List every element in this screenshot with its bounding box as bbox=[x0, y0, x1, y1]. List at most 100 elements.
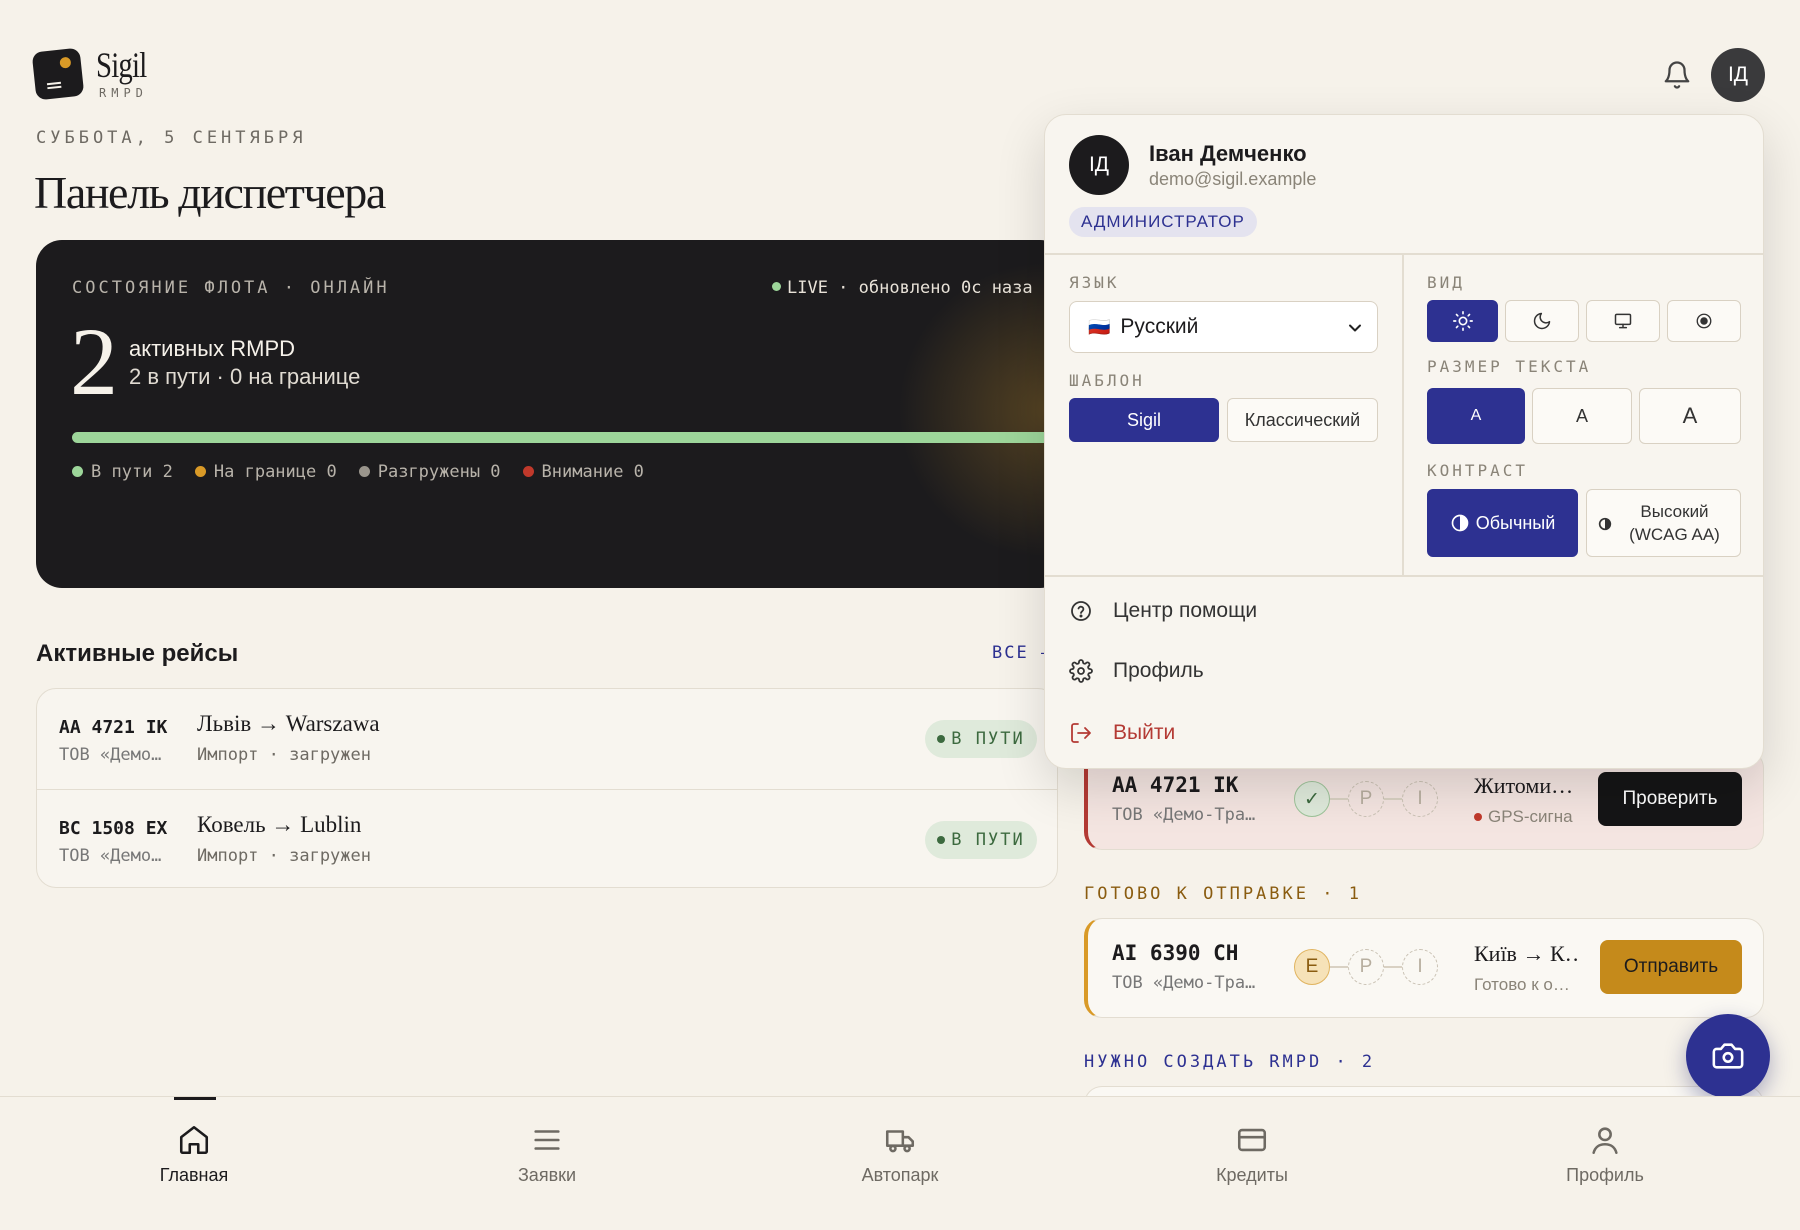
logout-item[interactable]: Выйти bbox=[1069, 721, 1175, 745]
step-p: P bbox=[1348, 949, 1384, 985]
table-row[interactable]: BC 1508 EX ТОВ «Демо… Ковель → Lublin Им… bbox=[37, 789, 1057, 887]
ready-card[interactable]: AI 6390 CH ТОВ «Демо-Тра… E P I Київ → К… bbox=[1084, 918, 1764, 1018]
template-label: ШАБЛОН bbox=[1069, 371, 1145, 390]
status-badge: В ПУТИ bbox=[925, 821, 1037, 859]
nav-requests[interactable]: Заявки bbox=[447, 1097, 647, 1230]
moon-icon bbox=[1533, 312, 1551, 330]
nav-fleet[interactable]: Автопарк bbox=[800, 1097, 1000, 1230]
step-e: E bbox=[1294, 949, 1330, 985]
contrast-normal-button[interactable]: Обычный bbox=[1427, 489, 1578, 557]
nav-label: Главная bbox=[159, 1165, 229, 1185]
template-sigil-button[interactable]: Sigil bbox=[1069, 398, 1219, 442]
legend-item: Внимание 0 bbox=[522, 462, 644, 482]
stepper: ✓ P I bbox=[1294, 781, 1438, 817]
route-city: Київ → К… bbox=[1474, 941, 1578, 966]
gps-note: GPS-сигна bbox=[1474, 807, 1578, 827]
logout-icon bbox=[1071, 723, 1091, 743]
view-dark-button[interactable] bbox=[1505, 300, 1579, 342]
nav-credits[interactable]: Кредиты bbox=[1152, 1097, 1352, 1230]
half-circle-icon bbox=[1451, 514, 1469, 532]
date-label: СУББОТА, 5 СЕНТЯБРЯ bbox=[36, 128, 307, 148]
active-trips-title: Активные рейсы bbox=[36, 640, 239, 667]
fleet-status-label: СОСТОЯНИЕ ФЛОТА · ОНЛАЙН bbox=[72, 278, 390, 298]
contrast-high-button[interactable]: Высокий (WCAG AA) bbox=[1586, 489, 1741, 557]
plate-number: AI 6390 CH bbox=[1112, 941, 1239, 965]
status-badge: В ПУТИ bbox=[925, 720, 1037, 758]
flag-icon: 🇷🇺 bbox=[1088, 316, 1111, 337]
fleet-legend: В пути 2 На границе 0 Разгружены 0 Внима… bbox=[72, 462, 644, 482]
company-name: ТОВ «Демо-Тра… bbox=[1112, 973, 1256, 993]
view-label: ВИД bbox=[1427, 273, 1465, 292]
user-avatar-button[interactable]: ІД bbox=[1711, 48, 1765, 102]
step-i: I bbox=[1402, 949, 1438, 985]
user-icon bbox=[1592, 1127, 1618, 1155]
brand-sub: RMPD bbox=[99, 86, 148, 100]
list-icon bbox=[534, 1130, 560, 1150]
template-classic-button[interactable]: Классический bbox=[1227, 398, 1378, 442]
monitor-icon bbox=[1614, 313, 1632, 329]
text-size-small-button[interactable]: A bbox=[1427, 388, 1525, 444]
nav-label: Профиль bbox=[1566, 1165, 1644, 1185]
nav-profile[interactable]: Профиль bbox=[1505, 1097, 1705, 1230]
truck-icon bbox=[885, 1130, 915, 1153]
company-name: ТОВ «Демо-Тра… bbox=[1112, 805, 1256, 825]
step-check-icon: ✓ bbox=[1294, 781, 1330, 817]
language-label: ЯЗЫК bbox=[1069, 273, 1120, 292]
text-size-large-button[interactable]: A bbox=[1639, 388, 1741, 444]
active-count-label: активных RMPD bbox=[129, 336, 296, 361]
help-center-item[interactable]: Центр помощи bbox=[1069, 599, 1257, 623]
create-group-label: НУЖНО СОЗДАТЬ RMPD · 2 bbox=[1084, 1052, 1376, 1072]
plate-number: AA 4721 IK bbox=[1112, 773, 1239, 797]
legend-item: В пути 2 bbox=[72, 462, 173, 482]
active-trips-list: AA 4721 IK ТОВ «Демо… Львів → Warszawa И… bbox=[36, 688, 1058, 888]
user-email: demo@sigil.example bbox=[1149, 169, 1317, 189]
check-button[interactable]: Проверить bbox=[1598, 772, 1742, 826]
live-indicator: LIVE · обновлено 0с наза bbox=[772, 278, 1033, 298]
legend-item: На границе 0 bbox=[194, 462, 337, 482]
role-badge: АДМИНИСТРАТОР bbox=[1069, 207, 1257, 237]
view-system-button[interactable] bbox=[1586, 300, 1660, 342]
contrast-label: КОНТРАСТ bbox=[1427, 461, 1529, 480]
home-icon bbox=[179, 1125, 209, 1155]
text-size-label: РАЗМЕР ТЕКСТА bbox=[1427, 357, 1592, 376]
nav-label: Заявки bbox=[517, 1165, 577, 1185]
nav-home[interactable]: Главная bbox=[94, 1097, 294, 1230]
logo-icon bbox=[31, 47, 85, 101]
company-name: ТОВ «Демо… bbox=[59, 846, 162, 866]
camera-button[interactable] bbox=[1686, 1014, 1770, 1098]
target-icon bbox=[1696, 313, 1712, 329]
view-light-button[interactable] bbox=[1427, 300, 1498, 342]
step-i: I bbox=[1402, 781, 1438, 817]
stepper: E P I bbox=[1294, 949, 1438, 985]
bell-icon[interactable] bbox=[1662, 58, 1692, 92]
step-p: P bbox=[1348, 781, 1384, 817]
active-count-sub: 2 в пути · 0 на границе bbox=[129, 364, 361, 389]
nav-label: Автопарк bbox=[861, 1165, 939, 1185]
legend-item: Разгружены 0 bbox=[358, 462, 501, 482]
language-select[interactable]: 🇷🇺 Русский bbox=[1069, 301, 1378, 353]
user-name: Іван Демченко bbox=[1149, 141, 1307, 166]
sun-icon bbox=[1452, 311, 1473, 331]
ready-note: Готово к о… bbox=[1474, 975, 1570, 994]
chevron-down-icon bbox=[1349, 324, 1361, 332]
gear-icon bbox=[1069, 659, 1093, 683]
route: Ковель → Lublin bbox=[197, 812, 362, 837]
language-value: Русский bbox=[1120, 315, 1199, 338]
company-name: ТОВ «Демо… bbox=[59, 745, 162, 765]
camera-icon bbox=[1712, 1043, 1744, 1069]
menu-avatar: ІД bbox=[1069, 135, 1129, 195]
view-contrast-button[interactable] bbox=[1667, 300, 1741, 342]
route: Львів → Warszawa bbox=[197, 711, 380, 736]
route-status: Импорт · загружен bbox=[197, 745, 371, 765]
brand-name: Sigil bbox=[96, 45, 147, 85]
profile-item[interactable]: Профиль bbox=[1069, 659, 1204, 683]
fleet-status-card: СОСТОЯНИЕ ФЛОТА · ОНЛАЙН LIVE · обновлен… bbox=[36, 240, 1066, 588]
route-status: Импорт · загружен bbox=[197, 846, 371, 866]
send-button[interactable]: Отправить bbox=[1600, 940, 1742, 994]
page-title: Панель диспетчера bbox=[34, 167, 386, 218]
text-size-medium-button[interactable]: A bbox=[1532, 388, 1632, 444]
plate-number: BC 1508 EX bbox=[59, 818, 168, 839]
nav-label: Кредиты bbox=[1216, 1165, 1288, 1185]
table-row[interactable]: AA 4721 IK ТОВ «Демо… Львів → Warszawa И… bbox=[37, 689, 1057, 789]
user-menu-popover: ІД Іван Демченко demo@sigil.example АДМИ… bbox=[1044, 114, 1764, 769]
